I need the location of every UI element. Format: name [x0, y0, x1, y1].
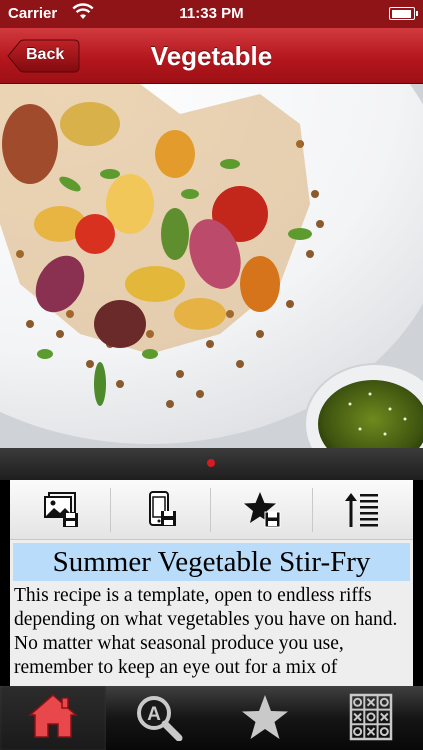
toolbar-divider: [210, 488, 211, 532]
status-time: 11:33 PM: [179, 5, 244, 22]
battery-icon: [389, 7, 418, 20]
image-save-icon: [44, 492, 78, 527]
phone-save-icon: [149, 491, 176, 526]
status-bar: Carrier 11:33 PM: [0, 0, 423, 28]
recipe-content: Summer Vegetable Stir-Fry This recipe is…: [10, 480, 413, 686]
grid-icon: [349, 693, 393, 741]
home-icon: [28, 694, 78, 738]
text-size-button[interactable]: [312, 480, 412, 540]
tab-bar: A: [0, 686, 423, 750]
page-title: Vegetable: [150, 41, 273, 71]
tab-home[interactable]: [0, 686, 106, 750]
navigation-bar: Back Vegetable: [0, 28, 423, 84]
star-icon: [242, 695, 288, 739]
save-to-phone-button[interactable]: [110, 480, 210, 540]
tab-search[interactable]: A: [106, 686, 212, 750]
star-save-icon: [244, 492, 281, 528]
page-dot-active: [207, 459, 215, 467]
svg-text:A: A: [147, 704, 161, 725]
action-toolbar: [10, 480, 413, 540]
tab-grid[interactable]: [318, 686, 423, 750]
page-indicator[interactable]: [0, 448, 423, 480]
save-favorite-button[interactable]: [212, 480, 312, 540]
recipe-photo[interactable]: [0, 84, 423, 448]
recipe-title: Summer Vegetable Stir-Fry: [13, 543, 410, 581]
search-icon: A: [137, 696, 183, 741]
vegetable-dish-image: [0, 84, 423, 448]
save-photo-button[interactable]: [10, 480, 110, 540]
text-size-icon: [345, 493, 378, 527]
recipe-description: This recipe is a template, open to endle…: [14, 585, 398, 678]
tab-favorites[interactable]: [212, 686, 318, 750]
